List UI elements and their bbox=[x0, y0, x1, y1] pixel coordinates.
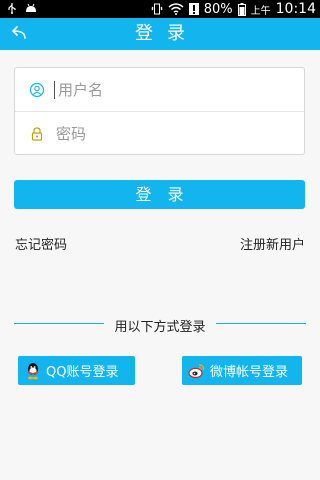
status-bar: 80% 上午 10:14 bbox=[0, 0, 320, 18]
qq-icon bbox=[24, 362, 42, 380]
register-link[interactable]: 注册新用户 bbox=[240, 234, 305, 253]
username-input[interactable] bbox=[56, 79, 280, 100]
login-form bbox=[14, 67, 305, 155]
weibo-login-button[interactable]: 微博帐号登录 bbox=[182, 356, 302, 385]
usb-icon bbox=[6, 2, 18, 14]
qq-login-button[interactable]: QQ账号登录 bbox=[18, 356, 135, 385]
password-field-row bbox=[15, 112, 304, 155]
wifi-icon bbox=[168, 3, 184, 15]
weibo-login-label: 微博帐号登录 bbox=[210, 365, 289, 380]
forgot-password-link[interactable]: 忘记密码 bbox=[15, 234, 67, 253]
clock: 10:14 bbox=[275, 1, 316, 17]
weibo-icon bbox=[188, 362, 206, 380]
divider-line-right bbox=[216, 323, 306, 324]
vibrate-icon bbox=[151, 3, 163, 15]
qq-login-label: QQ账号登录 bbox=[46, 365, 119, 380]
title-bar: 登录 bbox=[0, 18, 320, 50]
android-debug-icon bbox=[24, 2, 36, 14]
text-cursor bbox=[54, 80, 55, 99]
user-icon bbox=[28, 81, 46, 99]
battery-icon bbox=[237, 3, 246, 16]
am-pm-label: 上午 bbox=[250, 5, 271, 17]
lock-icon bbox=[28, 125, 46, 143]
page-title: 登录 bbox=[135, 23, 199, 44]
alert-icon bbox=[188, 3, 199, 15]
password-input[interactable] bbox=[54, 123, 278, 144]
battery-percent: 80% bbox=[203, 1, 233, 17]
username-field-row bbox=[15, 68, 304, 112]
login-button[interactable]: 登录 bbox=[14, 180, 305, 209]
alt-login-label: 用以下方式登录 bbox=[114, 320, 206, 335]
